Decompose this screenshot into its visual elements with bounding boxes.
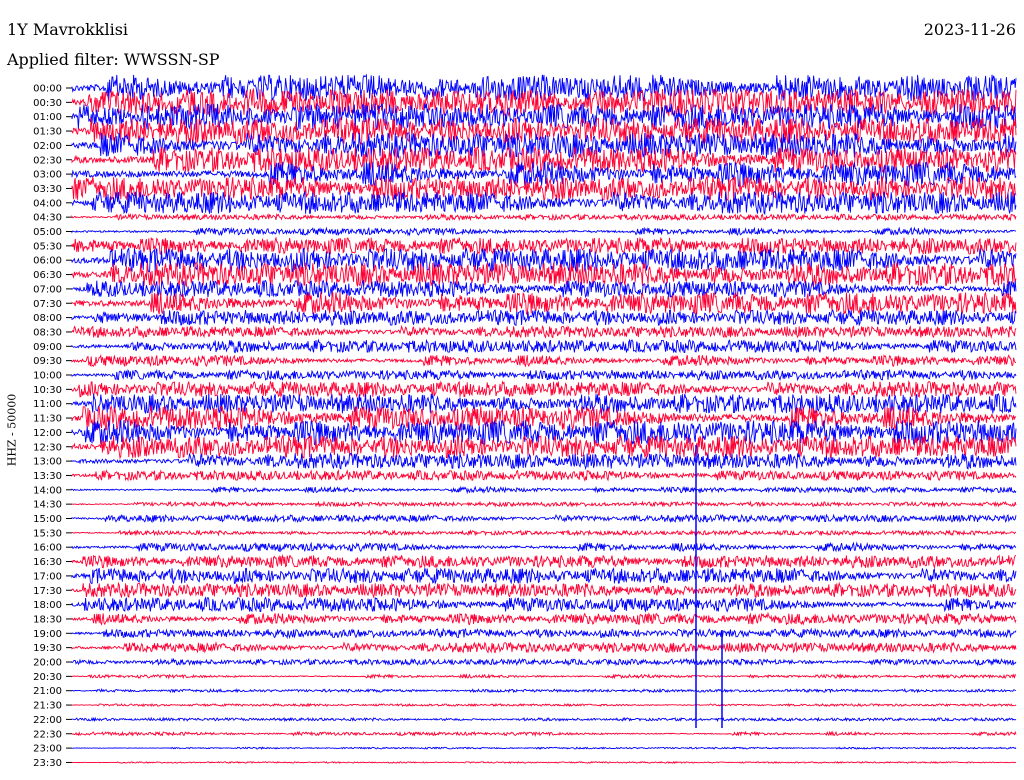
- time-tick-label: 17:00: [33, 571, 62, 582]
- seismic-trace-2030: [71, 673, 1017, 680]
- seismic-trace-1900: [71, 627, 1017, 640]
- seismic-trace-1030: [71, 380, 1017, 399]
- seismic-trace-1500: [71, 513, 1017, 524]
- seismic-trace-1700: [71, 566, 1017, 585]
- seismic-trace-1600: [71, 541, 1017, 553]
- time-tick-label: 18:30: [33, 614, 62, 625]
- seismic-trace-1530: [71, 529, 1017, 537]
- time-tick-label: 14:30: [33, 500, 62, 511]
- seismic-trace-1800: [71, 596, 1017, 613]
- time-tick-label: 12:00: [33, 428, 62, 439]
- seismic-trace-2000: [71, 657, 1017, 667]
- time-tick-label: 01:00: [33, 112, 62, 123]
- time-tick-label: 18:00: [33, 600, 62, 611]
- helicorder-plot: 00:00 00:30 01:00 01:30 02:00 02:30 03:00 03:30…: [33, 73, 1017, 769]
- time-tick-label: 04:30: [33, 213, 62, 224]
- time-tick-label: 21:00: [33, 686, 62, 697]
- seismic-trace-2300: [71, 746, 1017, 750]
- time-tick-label: 03:00: [33, 170, 62, 181]
- time-tick-label: 06:30: [33, 270, 62, 281]
- seismic-trace-2130: [71, 702, 1017, 708]
- seismic-trace-1230: [71, 434, 1017, 460]
- seismic-trace-1430: [71, 500, 1017, 508]
- time-tick-label: 13:00: [33, 457, 62, 468]
- seismic-trace-0800: [71, 308, 1017, 327]
- seismic-trace-1130: [71, 404, 1017, 432]
- seismic-trace-2330: [71, 760, 1017, 764]
- time-tick-label: 19:30: [33, 643, 62, 654]
- time-tick-label: 15:00: [33, 514, 62, 525]
- seismic-trace-0830: [71, 324, 1017, 339]
- time-tick-label: 15:30: [33, 528, 62, 539]
- time-tick-label: 02:30: [33, 155, 62, 166]
- time-tick-label: 00:00: [33, 84, 62, 95]
- time-tick-label: 00:30: [33, 98, 62, 109]
- seismic-trace-1400: [71, 485, 1017, 495]
- seismic-trace-1730: [71, 581, 1017, 599]
- seismic-trace-0930: [71, 354, 1017, 368]
- time-tick-label: 08:30: [33, 327, 62, 338]
- time-tick-label: 20:00: [33, 658, 62, 669]
- time-tick-label: 16:00: [33, 543, 62, 554]
- time-tick-label: 10:30: [33, 385, 62, 396]
- seismic-trace-0700: [71, 279, 1017, 299]
- time-tick-label: 22:30: [33, 729, 62, 740]
- time-tick-label: 12:30: [33, 442, 62, 453]
- seismic-trace-1830: [71, 611, 1017, 626]
- time-tick-label: 06:00: [33, 256, 62, 267]
- time-tick-label: 01:30: [33, 127, 62, 138]
- time-tick-label: 14:00: [33, 485, 62, 496]
- time-tick-label: 09:00: [33, 342, 62, 353]
- seismic-trace-1330: [71, 469, 1017, 482]
- seismic-trace-0430: [71, 212, 1017, 222]
- time-tick-label: 11:30: [33, 414, 62, 425]
- time-tick-label: 02:00: [33, 141, 62, 152]
- time-tick-label: 05:30: [33, 241, 62, 252]
- time-tick-label: 07:00: [33, 284, 62, 295]
- time-tick-label: 19:00: [33, 629, 62, 640]
- seismic-trace-1930: [71, 641, 1017, 654]
- time-tick-label: 13:30: [33, 471, 62, 482]
- seismic-trace-1200: [71, 419, 1017, 446]
- seismic-trace-2100: [71, 687, 1017, 694]
- time-tick-label: 20:30: [33, 672, 62, 683]
- seismic-trace-2200: [71, 716, 1017, 723]
- seismic-trace-0130: [71, 116, 1017, 146]
- time-tick-label: 03:30: [33, 184, 62, 195]
- seismic-trace-1630: [71, 554, 1017, 570]
- time-tick-label: 11:00: [33, 399, 62, 410]
- seismic-trace-0900: [71, 338, 1017, 354]
- time-tick-label: 23:00: [33, 744, 62, 755]
- time-tick-label: 22:00: [33, 715, 62, 726]
- seismic-trace-0500: [71, 226, 1017, 237]
- seismic-trace-2230: [71, 730, 1017, 738]
- time-tick-label: 16:30: [33, 557, 62, 568]
- time-tick-label: 08:00: [33, 313, 62, 324]
- time-tick-label: 07:30: [33, 299, 62, 310]
- time-tick-label: 21:30: [33, 701, 62, 712]
- seismic-trace-0730: [71, 291, 1017, 316]
- seismic-trace-1300: [71, 451, 1017, 471]
- time-tick-label: 04:00: [33, 198, 62, 209]
- time-tick-label: 10:00: [33, 371, 62, 382]
- time-tick-label: 09:30: [33, 356, 62, 367]
- seismic-trace-1000: [71, 368, 1017, 382]
- time-tick-label: 05:00: [33, 227, 62, 238]
- time-tick-label: 23:30: [33, 758, 62, 769]
- time-tick-label: 17:30: [33, 586, 62, 597]
